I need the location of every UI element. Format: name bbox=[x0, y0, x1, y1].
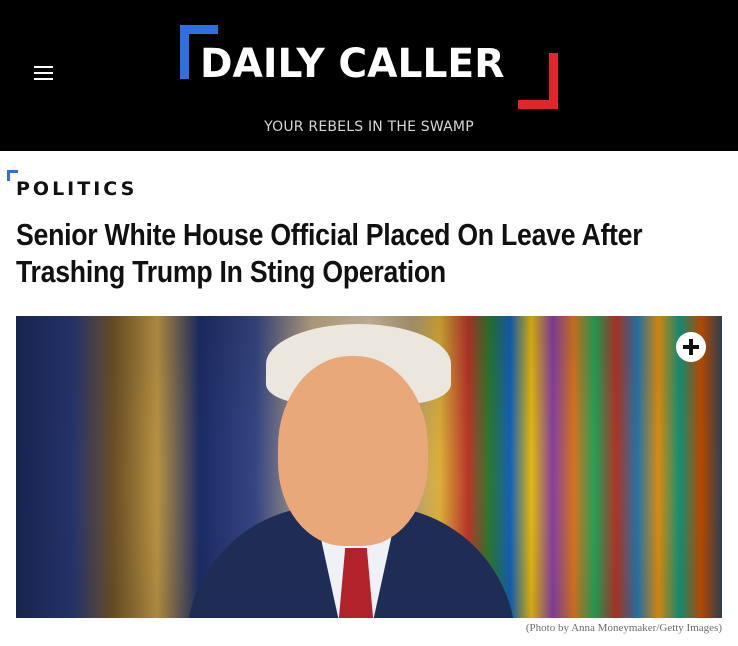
plus-circle-icon[interactable] bbox=[676, 332, 706, 362]
photo-caption: (Photo by Anna Moneymaker/Getty Images) bbox=[525, 622, 722, 634]
logo-text: DAILY CALLER bbox=[200, 41, 505, 87]
site-tagline: YOUR REBELS IN THE SWAMP bbox=[264, 119, 474, 135]
article-headline: Senior White House Official Placed On Le… bbox=[16, 217, 643, 289]
photo-subject-face bbox=[278, 356, 428, 546]
article-hero-image[interactable] bbox=[16, 316, 722, 618]
logo-bracket-red bbox=[518, 53, 558, 109]
article-category[interactable]: POLITICS bbox=[16, 178, 137, 200]
hamburger-menu-icon[interactable] bbox=[34, 66, 54, 82]
site-header: DAILY CALLER YOUR REBELS IN THE SWAMP bbox=[0, 0, 738, 151]
site-logo[interactable]: DAILY CALLER bbox=[180, 25, 560, 115]
